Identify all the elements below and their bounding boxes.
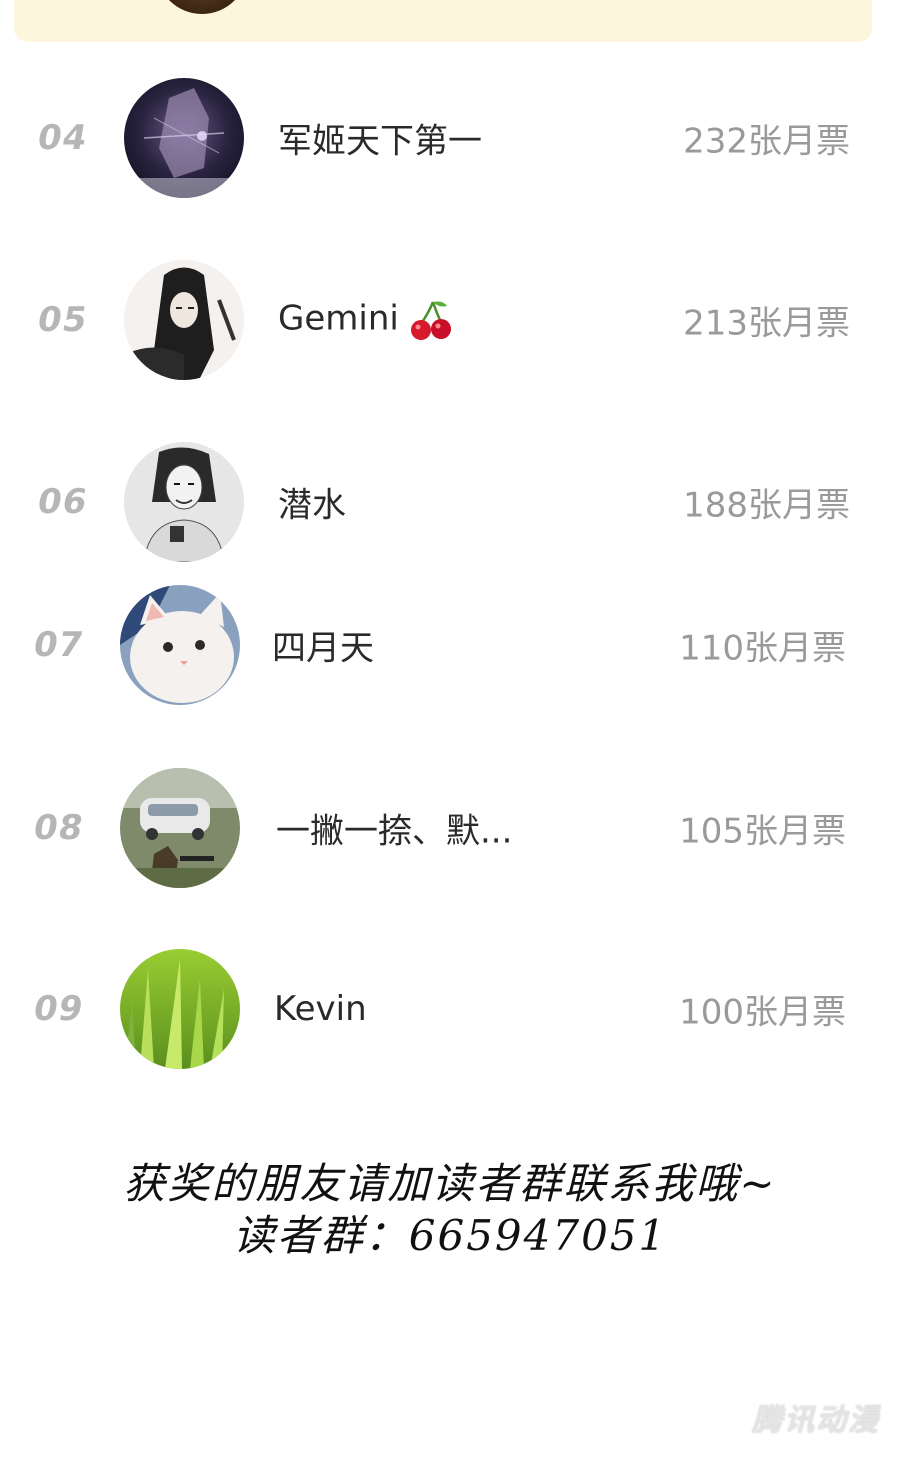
leaderboard-row[interactable]: 07 四月天 110张月票 xyxy=(0,580,900,710)
avatar-green-grass-icon xyxy=(120,949,240,1069)
leaderboard-row[interactable]: 08 一撇一捺、默... 105张月票 xyxy=(0,763,900,893)
user-avatar[interactable] xyxy=(120,585,240,705)
avatar-long-hair-sketch-icon xyxy=(124,260,244,380)
leaderboard-row[interactable]: 04 军姬天下第一 232张月票 xyxy=(0,73,900,203)
avatar-white-cat-icon xyxy=(120,585,240,705)
vote-count: 213张月票 xyxy=(683,303,850,344)
vote-count: 110张月票 xyxy=(679,628,846,669)
user-avatar[interactable] xyxy=(124,260,244,380)
top-rank-card xyxy=(14,0,872,42)
avatar-bw-portrait-icon xyxy=(124,442,244,562)
user-avatar[interactable] xyxy=(124,78,244,198)
user-avatar[interactable] xyxy=(120,768,240,888)
user-name: 一撇一捺、默... xyxy=(276,811,513,852)
vote-count: 100张月票 xyxy=(679,992,846,1033)
user-name: 潜水 xyxy=(278,485,346,526)
user-name: Kevin xyxy=(274,989,367,1029)
leaderboard-row[interactable]: 06 潜水 188张月票 xyxy=(0,437,900,567)
user-name-text: Gemini xyxy=(278,298,399,339)
rank-number: 09 xyxy=(30,989,87,1029)
rank-number: 04 xyxy=(34,118,91,158)
avatar-game-scene-icon xyxy=(120,768,240,888)
rank-number: 07 xyxy=(30,625,87,665)
watermark-logo: 腾讯动漫 xyxy=(752,1403,880,1438)
cherry-icon xyxy=(409,298,453,342)
user-name: Gemini xyxy=(278,298,453,342)
rank-number: 08 xyxy=(30,808,87,848)
user-name: 军姬天下第一 xyxy=(278,121,482,162)
vote-count: 105张月票 xyxy=(679,811,846,852)
rank-number: 06 xyxy=(34,482,91,522)
user-avatar[interactable] xyxy=(124,442,244,562)
reader-group-id: 读者群：665947051 xyxy=(232,1211,668,1260)
vote-count: 188张月票 xyxy=(683,485,850,526)
vote-count: 232张月票 xyxy=(683,121,850,162)
leaderboard-row[interactable]: 05 Gemini 213张月票 xyxy=(0,255,900,385)
avatar-dark-anime-icon xyxy=(124,78,244,198)
rank-number: 05 xyxy=(34,300,91,340)
leaderboard-row[interactable]: 09 Kevin 100张月票 xyxy=(0,944,900,1074)
user-avatar[interactable] xyxy=(120,949,240,1069)
user-name: 四月天 xyxy=(272,628,374,669)
